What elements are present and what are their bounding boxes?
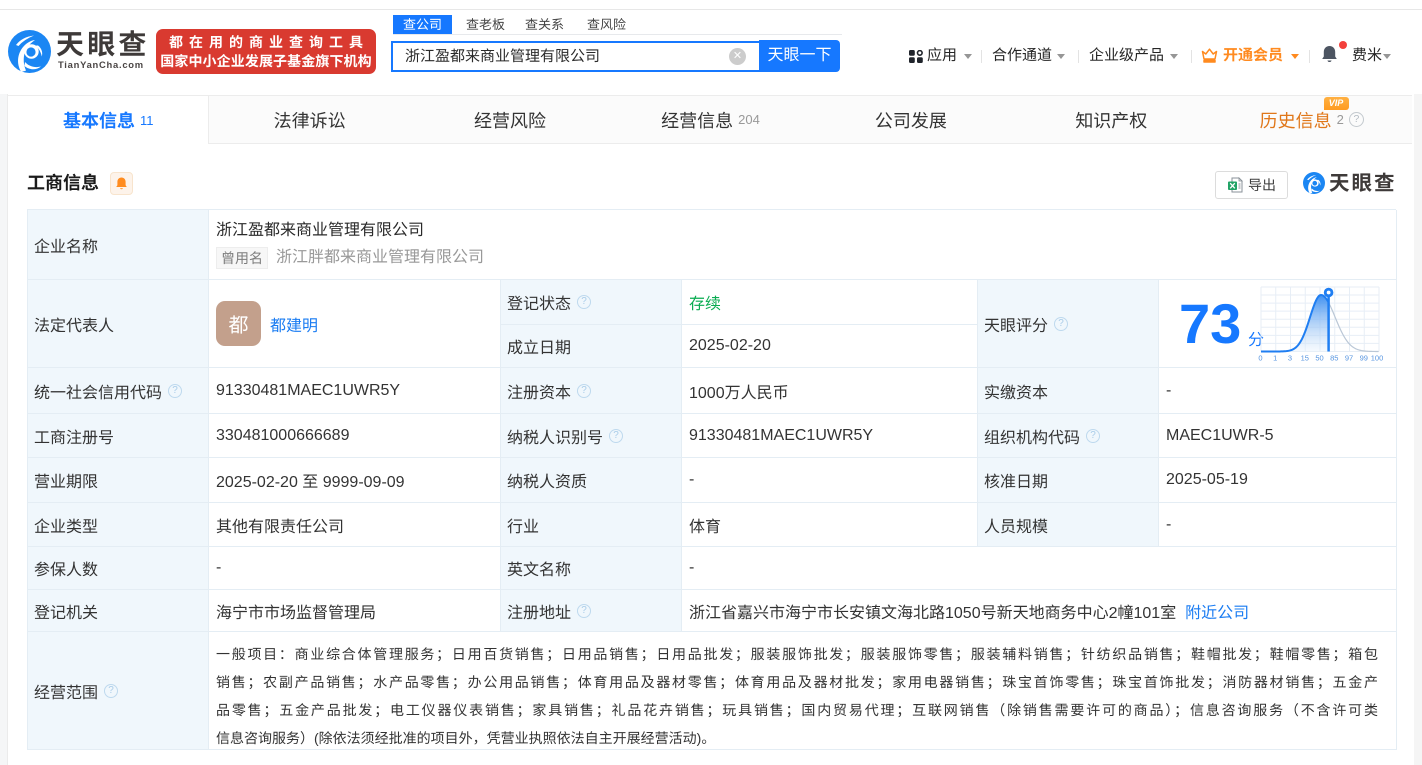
svg-text:99: 99 xyxy=(1360,354,1368,363)
svg-text:0: 0 xyxy=(1258,354,1262,363)
svg-text:50: 50 xyxy=(1315,354,1323,363)
svg-text:85: 85 xyxy=(1330,354,1338,363)
svg-text:97: 97 xyxy=(1345,354,1353,363)
svg-text:3: 3 xyxy=(1288,354,1292,363)
svg-text:100: 100 xyxy=(1371,354,1384,363)
svg-text:15: 15 xyxy=(1301,354,1309,363)
svg-text:1: 1 xyxy=(1273,354,1277,363)
